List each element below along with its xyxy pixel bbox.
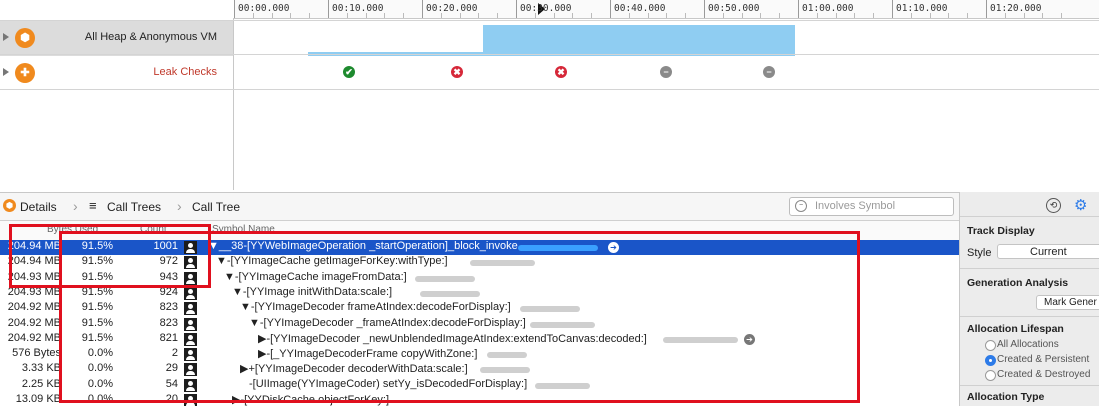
track-graph-area[interactable] [234,18,1099,190]
list-icon: ≡ [89,198,97,213]
track-label: Leak Checks [153,66,217,78]
chevron-right-icon: › [177,198,182,214]
ruler-label: 00:30.000 [520,3,572,14]
ruler-label: 00:20.000 [426,3,478,14]
radio-label: Created & Persistent [997,354,1090,365]
ruler-tick: 00:30.000 [516,0,571,18]
details-icon: ⬢ [3,199,16,212]
track-leaks[interactable]: ✚ Leak Checks [0,55,233,91]
disclosure-triangle-icon[interactable] [3,33,9,41]
heap-graph-high [483,25,795,56]
call-tree-crumb[interactable]: Call Tree [192,200,240,214]
ruler-tick: 00:20.000 [422,0,477,18]
divider [0,20,1099,21]
bytes-cell: 3.33 KB [21,362,61,375]
generation-analysis-heading: Generation Analysis [967,277,1069,289]
ruler-label: 01:20.000 [990,3,1042,14]
annotation-box-tree [59,231,860,403]
mark-generation-button[interactable]: Mark Gener [1036,295,1099,310]
track-display-heading: Track Display [967,225,1035,237]
disclosure-triangle-icon[interactable] [3,68,9,76]
bytes-cell: 2.25 KB [21,377,61,390]
bytes-cell: 13.09 KB [15,393,61,405]
ruler-label: 00:00.000 [238,3,290,14]
call-trees-crumb[interactable]: Call Trees [107,200,161,214]
ruler-label: 01:00.000 [802,3,854,14]
bytes-cell: 204.92 MB [7,316,61,329]
style-label: Style [967,247,992,259]
radio-created-destroyed[interactable] [985,370,996,381]
leak-check-leak-icon[interactable]: ✖ [451,66,463,78]
bytes-cell: 576 Bytes [12,347,61,360]
radio-label: Created & Destroyed [997,369,1091,380]
timeline-ruler[interactable]: 00:00.000 00:10.000 00:20.000 00:30.000 00:4… [234,0,1099,19]
leak-check-leak-icon[interactable]: ✖ [555,66,567,78]
radio-created-persistent[interactable] [985,355,996,366]
ruler-label: 00:40.000 [614,3,666,14]
ruler-tick: 01:20.000 [986,0,1041,18]
ruler-label: 00:50.000 [708,3,760,14]
ruler-label: 00:10.000 [332,3,384,14]
track-list: ⬢ All Heap & Anonymous VM ✚ Leak Checks [0,18,234,190]
track-label: All Heap & Anonymous VM [84,31,217,43]
leak-check-ok-icon[interactable]: ✔ [343,66,355,78]
divider [960,268,1099,269]
style-popup[interactable]: Current [997,244,1099,259]
leaks-icon: ✚ [15,63,35,83]
bytes-cell: 204.92 MB [7,301,61,314]
settings-gear-icon[interactable]: ⚙ [1074,196,1087,214]
divider [0,89,1099,90]
allocation-type-heading: Allocation Type [967,391,1045,403]
radio-all-allocations[interactable] [985,340,996,351]
allocation-lifespan-heading: Allocation Lifespan [967,323,1064,335]
inspector-pane: ⟲ ⚙ Track Display Style Current Generati… [959,192,1099,406]
divider [0,54,1099,55]
divider [960,216,1099,217]
radio-label: All Allocations [997,339,1059,350]
ruler-tick: 01:00.000 [798,0,853,18]
filter-icon[interactable]: − [795,200,807,212]
ruler-label: 01:10.000 [896,3,948,14]
details-crumb[interactable]: Details [20,200,57,214]
involves-symbol-search[interactable]: − Involves Symbol [789,197,954,216]
ruler-tick: 01:10.000 [892,0,947,18]
divider [960,316,1099,317]
chevron-right-icon: › [73,198,78,214]
allocations-icon: ⬢ [15,28,35,48]
search-placeholder: Involves Symbol [815,200,896,212]
ruler-tick: 00:00.000 [234,0,289,18]
leak-check-none-icon[interactable]: − [763,66,775,78]
ruler-tick: 00:50.000 [704,0,759,18]
ruler-tick: 00:10.000 [328,0,383,18]
ruler-tick: 00:40.000 [610,0,665,18]
bytes-cell: 204.92 MB [7,331,61,344]
jump-bar: ⬢ Details › ≡ Call Trees › Call Tree − I… [0,192,959,221]
track-allocations[interactable]: ⬢ All Heap & Anonymous VM [0,20,233,56]
leak-check-none-icon[interactable]: − [660,66,672,78]
history-icon[interactable]: ⟲ [1046,198,1061,213]
divider [960,385,1099,386]
